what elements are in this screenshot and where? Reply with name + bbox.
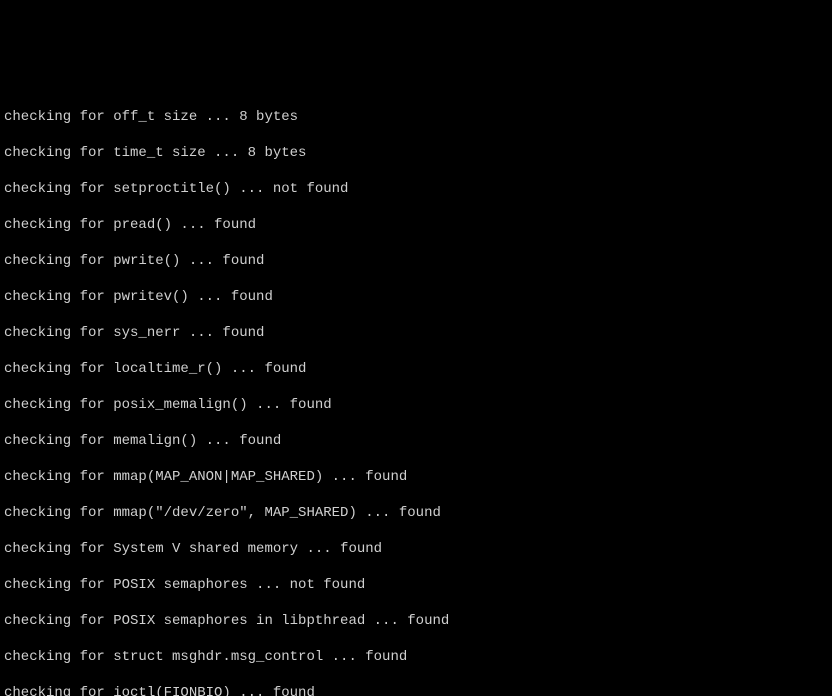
- config-line: checking for struct msghdr.msg_control .…: [4, 648, 828, 666]
- config-line: checking for ioctl(FIONBIO) ... found: [4, 684, 828, 696]
- config-line: checking for memalign() ... found: [4, 432, 828, 450]
- config-line: checking for pread() ... found: [4, 216, 828, 234]
- config-line: checking for mmap(MAP_ANON|MAP_SHARED) .…: [4, 468, 828, 486]
- config-line: checking for System V shared memory ... …: [4, 540, 828, 558]
- config-line: checking for posix_memalign() ... found: [4, 396, 828, 414]
- config-line: checking for sys_nerr ... found: [4, 324, 828, 342]
- config-line: checking for time_t size ... 8 bytes: [4, 144, 828, 162]
- config-line: checking for mmap("/dev/zero", MAP_SHARE…: [4, 504, 828, 522]
- config-line: checking for localtime_r() ... found: [4, 360, 828, 378]
- terminal-output: checking for off_t size ... 8 bytes chec…: [0, 90, 832, 696]
- config-line: checking for pwritev() ... found: [4, 288, 828, 306]
- config-line: checking for pwrite() ... found: [4, 252, 828, 270]
- config-line: checking for off_t size ... 8 bytes: [4, 108, 828, 126]
- config-line: checking for POSIX semaphores in libpthr…: [4, 612, 828, 630]
- config-line: checking for setproctitle() ... not foun…: [4, 180, 828, 198]
- config-line: checking for POSIX semaphores ... not fo…: [4, 576, 828, 594]
